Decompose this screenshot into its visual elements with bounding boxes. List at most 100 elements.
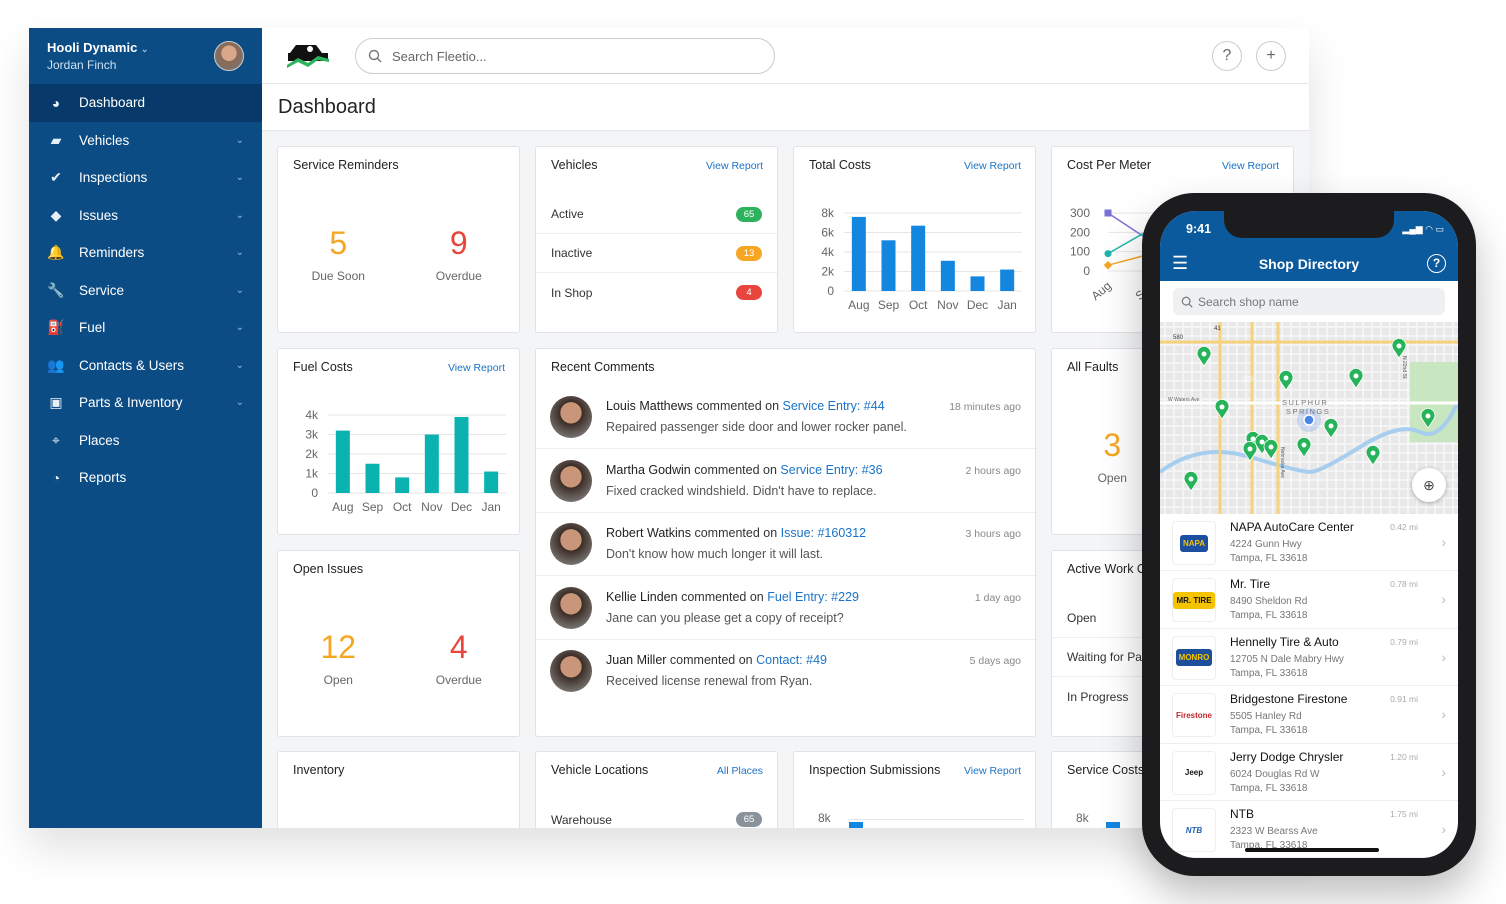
vehicle-status-row[interactable]: Active 65 xyxy=(536,195,777,234)
shop-list-item[interactable]: Firestone Bridgestone Firestone 5505 Hanle… xyxy=(1160,686,1458,744)
logo-text: Jeep xyxy=(1184,768,1204,778)
data-point xyxy=(1104,209,1112,217)
card-title: Service Costs xyxy=(1067,763,1145,777)
avatar xyxy=(550,459,592,502)
comment-target-link[interactable]: Fuel Entry: #229 xyxy=(767,590,859,604)
sidebar-item-issues[interactable]: ◆ Issues ⌄ xyxy=(29,197,262,235)
commenter-name[interactable]: Kellie Linden xyxy=(606,590,678,604)
vehicle-count-badge: 65 xyxy=(736,206,762,222)
vehicle-count-badge: 13 xyxy=(736,245,762,261)
vehicle-status-row[interactable]: Inactive 13 xyxy=(536,234,777,273)
shop-list-item[interactable]: NAPA NAPA AutoCare Center 4224 Gunn Hwy Tam… xyxy=(1160,514,1458,572)
shop-distance: 0.78 mi xyxy=(1390,579,1418,590)
location-label: Warehouse xyxy=(551,812,612,827)
shop-search-input[interactable]: Search shop name xyxy=(1173,288,1445,315)
x-tick-label: Aug xyxy=(848,298,869,312)
comment-verb: commented on xyxy=(694,462,777,477)
comment-header: Juan Miller commented on Contact: #49 xyxy=(606,653,827,667)
help-icon[interactable]: ? xyxy=(1427,254,1446,273)
bar-sep xyxy=(881,240,896,291)
view-report-link[interactable]: View Report xyxy=(706,160,763,172)
commenter-name[interactable]: Louis Matthews xyxy=(606,399,693,413)
x-tick-label: Sep xyxy=(878,298,900,312)
sidebar-item-inspections[interactable]: ✔ Inspections ⌄ xyxy=(29,159,262,197)
y-tick-label: 4k xyxy=(305,408,319,422)
bar-dec xyxy=(970,276,985,291)
bell-icon: 🔔 xyxy=(47,244,65,261)
shop-list-item[interactable]: MR. TIRE Mr. Tire 8490 Sheldon Rd Tampa, FL… xyxy=(1160,571,1458,629)
sidebar-item-reports[interactable]: ◔ Reports xyxy=(29,459,262,497)
card-title: Vehicles xyxy=(551,158,598,172)
comment-target-link[interactable]: Issue: #160312 xyxy=(781,526,867,540)
shop-list-item[interactable]: MONRO Hennelly Tire & Auto 12705 N Dale Ma… xyxy=(1160,629,1458,687)
org-switcher[interactable]: Hooli Dynamic ⌄ Jordan Finch xyxy=(29,28,262,84)
comment-target-link[interactable]: Service Entry: #44 xyxy=(783,399,885,413)
add-button[interactable]: + xyxy=(1256,41,1286,71)
sidebar-item-reminders[interactable]: 🔔 Reminders ⌄ xyxy=(29,234,262,272)
phone-header: 9:41 ▂▄▆ ◠ ▭ ☰ Shop Directory ? xyxy=(1160,211,1458,281)
vehicle-status-label: In Shop xyxy=(551,285,593,300)
x-tick-label: Jan xyxy=(997,298,1016,312)
location-row[interactable]: Warehouse 65 xyxy=(536,800,777,828)
sidebar-item-fuel[interactable]: ⛽ Fuel ⌄ xyxy=(29,309,262,347)
status-time: 9:41 xyxy=(1186,222,1212,236)
sidebar-item-parts-inventory[interactable]: ▣ Parts & Inventory ⌄ xyxy=(29,384,262,422)
sidebar-item-service[interactable]: 🔧 Service ⌄ xyxy=(29,272,262,310)
all-places-link[interactable]: All Places xyxy=(717,765,763,777)
help-button[interactable]: ? xyxy=(1212,41,1242,71)
map-pin-icon xyxy=(1263,438,1279,460)
app-window: Hooli Dynamic ⌄ Jordan Finch ◕ Dashboard ▰… xyxy=(29,28,1309,828)
y-tick-label: 4k xyxy=(821,245,835,259)
fleetio-logo[interactable] xyxy=(284,39,332,76)
avatar xyxy=(550,586,592,629)
x-tick-label: Jan xyxy=(481,500,500,514)
y-tick-label: 3k xyxy=(305,428,319,442)
chevron-right-icon: › xyxy=(1441,591,1446,608)
shop-street: 12705 N Dale Mabry Hwy xyxy=(1230,653,1344,665)
comment-header: Robert Watkins commented on Issue: #1603… xyxy=(606,526,866,540)
sidebar-item-vehicles[interactable]: ▰ Vehicles ⌄ xyxy=(29,122,262,160)
card-title: Open Issues xyxy=(293,562,364,576)
issues-open-label: Open xyxy=(323,673,353,687)
avatar[interactable] xyxy=(214,41,244,71)
card-title: Inventory xyxy=(293,763,345,777)
x-tick-label: Oct xyxy=(393,500,412,514)
sidebar-item-dashboard[interactable]: ◕ Dashboard xyxy=(29,84,262,122)
map-label: N 22nd St xyxy=(1401,356,1407,379)
box-icon: ▣ xyxy=(49,394,63,411)
x-tick-label: Nov xyxy=(937,298,958,312)
service-reminders-card: Service Reminders 5 Due Soon 9 Overdue xyxy=(277,146,520,333)
bar-sep xyxy=(365,463,380,493)
due-soon-count[interactable]: 5 xyxy=(278,225,399,262)
search-input[interactable]: Search Fleetio... xyxy=(355,38,775,74)
shop-name: Bridgestone Firestone xyxy=(1230,692,1348,707)
commenter-name[interactable]: Robert Watkins xyxy=(606,526,691,540)
issues-open-count[interactable]: 12 xyxy=(278,629,399,666)
map[interactable]: SULPHURSPRINGSW Waters AveNebraska AveN … xyxy=(1160,322,1458,514)
overdue-count[interactable]: 9 xyxy=(399,225,520,262)
sidebar-nav: ◕ Dashboard ▰ Vehicles ⌄ ✔ Inspections ⌄ ◆ Issues… xyxy=(29,84,262,497)
home-indicator xyxy=(1245,848,1379,852)
commenter-name[interactable]: Martha Godwin xyxy=(606,463,691,477)
sidebar-item-label: Reports xyxy=(79,470,127,486)
phone-screen: 9:41 ▂▄▆ ◠ ▭ ☰ Shop Directory ? Search s… xyxy=(1160,211,1458,858)
issues-overdue-count[interactable]: 4 xyxy=(399,629,520,666)
sidebar-item-places[interactable]: ⌖ Places xyxy=(29,422,262,460)
avatar xyxy=(550,523,592,565)
comment-target-link[interactable]: Service Entry: #36 xyxy=(780,463,882,477)
x-tick-label: Sep xyxy=(362,500,384,514)
shop-address: 4224 Gunn Hwy Tampa, FL 33618 xyxy=(1230,538,1307,566)
y-tick-label: 2k xyxy=(821,265,835,279)
comment-target-link[interactable]: Contact: #49 xyxy=(756,653,827,667)
commenter-name[interactable]: Juan Miller xyxy=(606,653,666,667)
shop-distance: 1.20 mi xyxy=(1390,751,1418,762)
view-report-link[interactable]: View Report xyxy=(964,765,1021,777)
my-location-button[interactable]: ⊕ xyxy=(1412,468,1446,502)
map-pin-icon xyxy=(1183,470,1199,492)
comment-time: 2 hours ago xyxy=(965,464,1021,477)
sidebar-item-label: Service xyxy=(79,282,125,298)
sidebar-item-contacts-users[interactable]: 👥 Contacts & Users ⌄ xyxy=(29,347,262,385)
fuel-costs-card: Fuel Costs View Report 0 1k 2k 3k 4k Aug Sep Oc… xyxy=(277,348,520,535)
vehicle-status-row[interactable]: In Shop 4 xyxy=(536,273,777,312)
shop-list-item[interactable]: Jeep Jerry Dodge Chrysler 6024 Douglas Rd … xyxy=(1160,744,1458,801)
